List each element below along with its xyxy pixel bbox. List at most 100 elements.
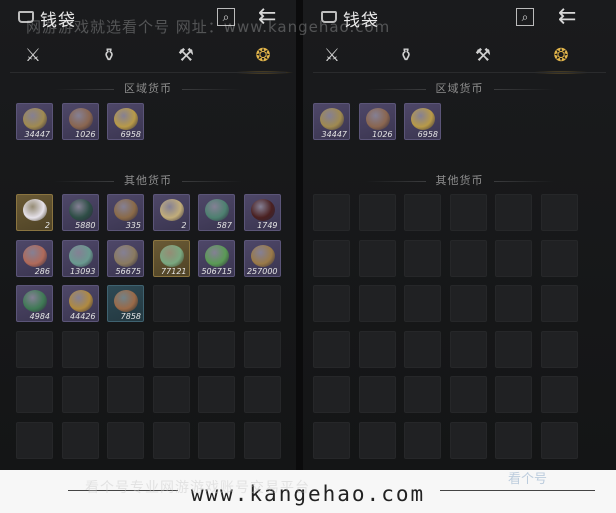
other-currency-heading: 其他货币	[303, 172, 616, 188]
empty-slot	[61, 376, 99, 413]
back-button[interactable]: ⇇	[558, 4, 577, 29]
regional-currency-heading: 区域货币	[0, 80, 296, 96]
tab-underline	[10, 72, 286, 73]
regional-currency-heading: 区域货币	[303, 80, 616, 96]
empty-slot	[313, 421, 350, 459]
empty-slot	[358, 421, 396, 459]
item-quantity: 257000	[246, 266, 278, 276]
empty-slot	[358, 330, 396, 368]
empty-slot	[358, 194, 396, 231]
currency-slot-coin-a[interactable]: 34447	[313, 103, 350, 140]
coin-b-icon	[68, 108, 93, 130]
empty-slot	[198, 285, 235, 322]
empty-slot	[495, 330, 532, 368]
empty-slot	[152, 330, 190, 368]
item-quantity: 13093	[70, 266, 96, 276]
currency-slot-bracelet[interactable]: 257000	[243, 239, 281, 277]
item-quantity: 77121	[161, 266, 187, 276]
tab-bar: ⚔ ⚱ ⚒ ❂	[303, 40, 616, 74]
empty-slot	[540, 285, 578, 322]
search-button[interactable]: ⌕	[516, 8, 534, 26]
empty-slot	[313, 330, 350, 368]
tablet-icon	[114, 199, 138, 221]
currency-slot-ember[interactable]: 1749	[243, 194, 281, 231]
currency-slot-jade-ring[interactable]: 77121	[152, 239, 190, 277]
fish-icon	[68, 244, 93, 267]
empty-slot	[313, 239, 350, 277]
empty-slot	[16, 421, 53, 459]
coin-a-icon	[23, 108, 47, 130]
tab-items-icon[interactable]: ⚒	[171, 42, 201, 70]
emerald-icon	[23, 290, 47, 312]
footer-slogan: 看个号专业网游游戏账号交易平台	[85, 480, 310, 496]
currency-slot-coin-c[interactable]: 6958	[107, 103, 144, 140]
item-quantity: 587	[216, 221, 232, 230]
empty-slot	[540, 376, 578, 413]
tab-currency-icon[interactable]: ❂	[530, 42, 592, 74]
tab-equipment-icon[interactable]: ⚔	[317, 42, 347, 70]
currency-slot-tablet[interactable]: 335	[107, 194, 144, 231]
currency-slot-herb[interactable]: 5880	[61, 194, 99, 231]
currency-slot-fish[interactable]: 13093	[61, 239, 99, 277]
empty-slot	[540, 194, 578, 231]
currency-slot-coin-a[interactable]: 34447	[16, 103, 53, 140]
jade-ring-icon	[159, 244, 184, 267]
item-quantity: 7858	[120, 312, 141, 321]
empty-slot	[495, 239, 532, 277]
empty-slot	[243, 376, 281, 413]
empty-slot	[404, 239, 441, 277]
currency-slot-key[interactable]: 56675	[107, 239, 144, 277]
currency-slot-bronze-coin[interactable]: 7858	[107, 285, 144, 322]
empty-slot	[107, 421, 144, 459]
item-quantity: 34447	[24, 130, 50, 139]
tab-items-icon[interactable]: ⚒	[468, 42, 498, 70]
empty-slot	[152, 421, 190, 459]
empty-slot	[404, 285, 441, 322]
item-quantity: 34447	[321, 130, 347, 139]
currency-slot-ore[interactable]: 286	[16, 239, 53, 277]
empty-slot	[198, 421, 235, 459]
tab-materials-icon[interactable]: ⚱	[94, 42, 124, 70]
empty-slot	[358, 239, 396, 277]
pearl-icon	[23, 199, 47, 221]
item-quantity: 6958	[417, 130, 438, 139]
empty-slot	[404, 421, 441, 459]
empty-slot	[540, 239, 578, 277]
currency-slot-jade-stone[interactable]: 587	[198, 194, 235, 231]
empty-slot	[449, 285, 487, 322]
currency-slot-coin-b[interactable]: 1026	[61, 103, 99, 140]
currency-slot-coin-c[interactable]: 6958	[404, 103, 441, 140]
currency-slot-ingot[interactable]: 44426	[61, 285, 99, 322]
empty-slot	[61, 330, 99, 368]
item-quantity: 2	[44, 221, 50, 230]
tab-currency-icon[interactable]: ❂	[232, 42, 294, 74]
coin-c-icon	[114, 108, 138, 130]
currency-slot-pearl[interactable]: 2	[16, 194, 53, 231]
tab-materials-icon[interactable]: ⚱	[391, 42, 421, 70]
empty-slot	[198, 330, 235, 368]
currency-slot-crystal[interactable]: 506715	[198, 239, 235, 277]
empty-slot	[243, 421, 281, 459]
jade-stone-icon	[205, 199, 229, 221]
empty-slot	[449, 194, 487, 231]
bronze-coin-icon	[114, 290, 138, 312]
tab-bar: ⚔ ⚱ ⚒ ❂	[0, 40, 296, 74]
empty-slot	[404, 194, 441, 231]
currency-slot-emerald[interactable]: 4984	[16, 285, 53, 322]
coin-c-icon	[411, 108, 435, 130]
empty-slot	[495, 194, 532, 231]
bracelet-icon	[250, 244, 275, 267]
empty-slot	[313, 285, 350, 322]
empty-slot	[540, 421, 578, 459]
currency-panel-right: 钱袋 ⌕ ⇇ ⚔ ⚱ ⚒ ❂ 区域货币 34447 1026 6958 其他货币	[303, 0, 616, 470]
item-quantity: 5880	[75, 221, 96, 230]
empty-slot	[313, 376, 350, 413]
item-quantity: 286	[34, 266, 50, 276]
currency-slot-slips[interactable]: 2	[152, 194, 190, 231]
currency-slot-coin-b[interactable]: 1026	[358, 103, 396, 140]
empty-slot	[449, 239, 487, 277]
panel-divider	[296, 0, 303, 470]
empty-slot	[313, 194, 350, 231]
empty-slot	[449, 376, 487, 413]
tab-equipment-icon[interactable]: ⚔	[18, 42, 48, 70]
